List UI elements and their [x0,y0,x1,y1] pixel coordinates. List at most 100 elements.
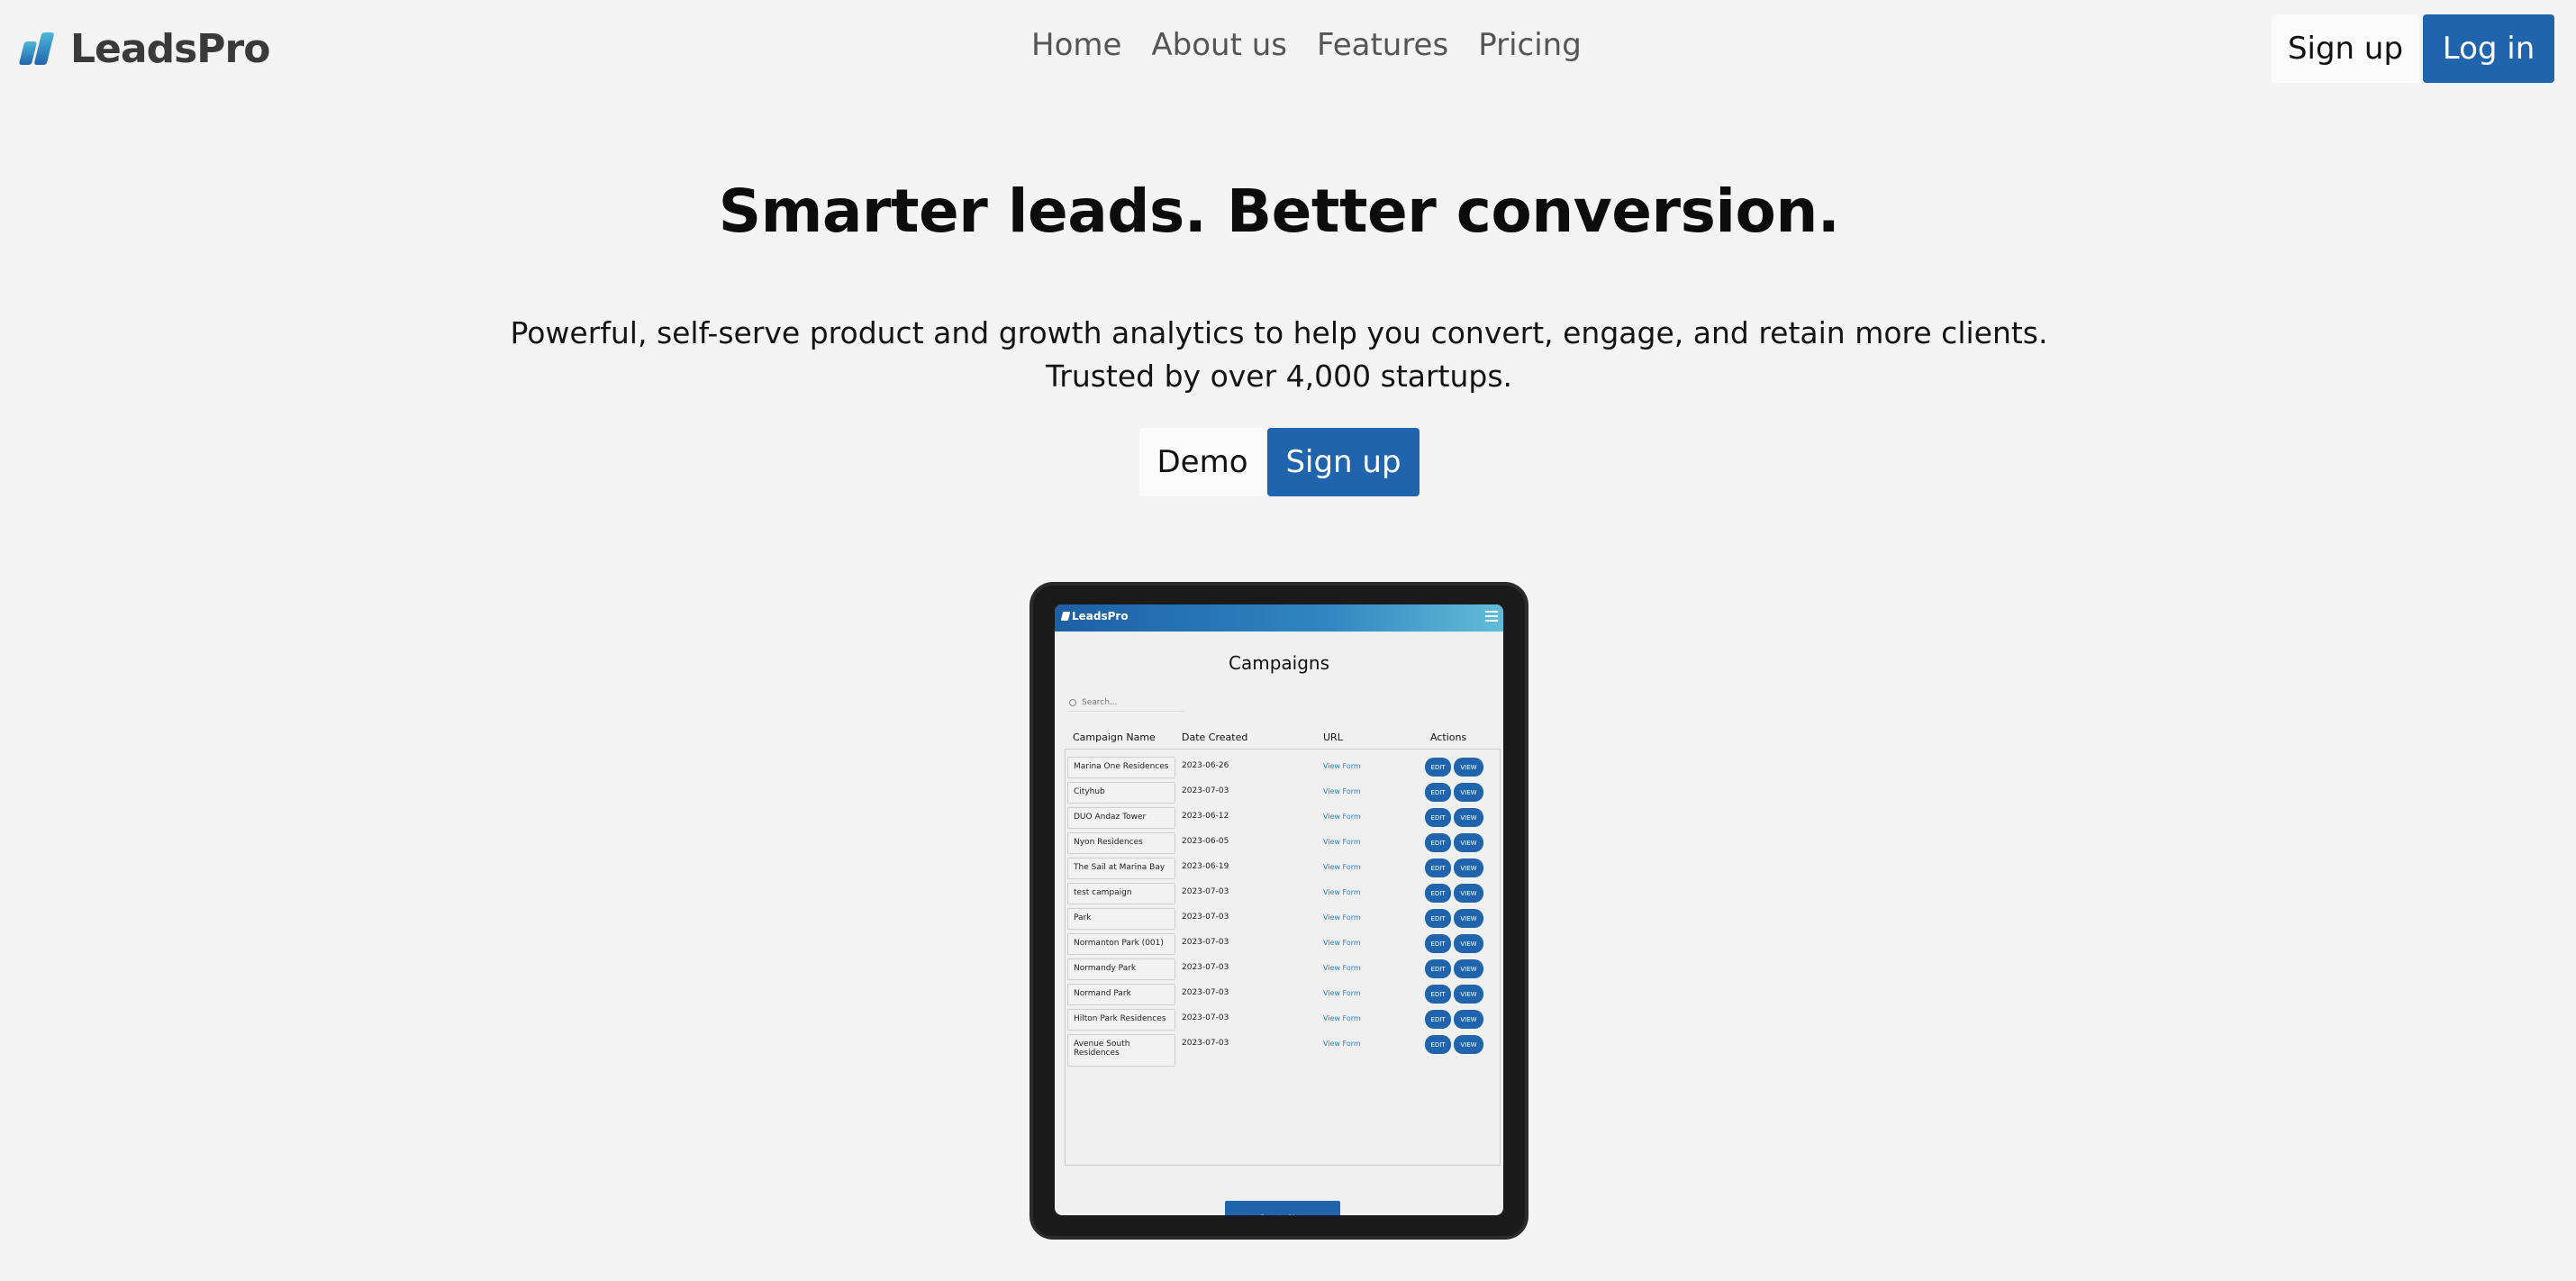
view-button[interactable]: VIEW [1454,758,1483,777]
column-header-date: Date Created [1182,731,1248,743]
hero-subtitle: Powerful, self-serve product and growth … [0,312,2558,398]
campaign-row: DUO Andaz Tower 2023-06-12 View Form EDIT VI… [1055,807,1503,832]
app-header: LeadsPro [1055,604,1503,631]
hero-subtitle-line1: Powerful, self-serve product and growth … [510,315,2048,350]
hero-subtitle-line2: Trusted by over 4,000 startups. [1045,359,1513,394]
search-icon [1069,699,1076,706]
view-form-link[interactable]: View Form [1323,913,1361,922]
edit-button[interactable]: EDIT [1425,859,1451,877]
campaign-row: Avenue South Residences 2023-07-03 View Fo… [1055,1034,1503,1067]
create-new-button[interactable]: Create New [1225,1201,1340,1215]
campaign-date: 2023-07-03 [1182,988,1229,997]
app-logo: LeadsPro [1060,610,1129,622]
column-header-actions: Actions [1430,731,1467,743]
view-form-link[interactable]: View Form [1323,964,1361,972]
view-button[interactable]: VIEW [1454,1035,1483,1054]
nav-signup-button[interactable]: Sign up [2272,14,2419,83]
campaign-name: Marina One Residences [1067,757,1175,778]
campaign-name: Avenue South Residences [1067,1034,1175,1067]
view-button[interactable]: VIEW [1454,934,1483,953]
campaign-row: Nyon Residences 2023-06-05 View Form EDIT VI… [1055,832,1503,858]
campaign-date: 2023-06-05 [1182,837,1229,846]
view-button[interactable]: VIEW [1454,909,1483,928]
brand-logo[interactable]: LeadsPro [18,25,270,72]
view-form-link[interactable]: View Form [1323,762,1361,770]
view-button[interactable]: VIEW [1454,985,1483,1004]
column-header-name: Campaign Name [1073,731,1156,743]
campaigns-title: Campaigns [1228,652,1329,674]
logo-icon [18,31,58,67]
campaign-name: Normanton Park (001) [1067,933,1175,955]
nav-link-features[interactable]: Features [1317,27,1448,63]
campaign-name: test campaign [1067,883,1175,904]
campaign-row: Normandy Park 2023-07-03 View Form EDIT VIEW [1055,958,1503,984]
campaign-date: 2023-07-03 [1182,887,1229,896]
view-form-link[interactable]: View Form [1323,813,1361,821]
view-form-link[interactable]: View Form [1323,989,1361,997]
brand-name: LeadsPro [70,25,270,72]
app-logo-icon [1060,612,1071,621]
edit-button[interactable]: EDIT [1425,808,1451,827]
campaign-row: test campaign 2023-07-03 View Form EDIT VIEW [1055,883,1503,908]
edit-button[interactable]: EDIT [1425,1035,1451,1054]
view-form-link[interactable]: View Form [1323,863,1361,871]
edit-button[interactable]: EDIT [1425,783,1451,802]
campaign-row: Cityhub 2023-07-03 View Form EDIT VIEW [1055,782,1503,807]
main-menu: Home About us Features Pricing [1031,27,1582,63]
campaign-name: Nyon Residences [1067,832,1175,854]
campaign-date: 2023-07-03 [1182,1013,1229,1022]
view-form-link[interactable]: View Form [1323,787,1361,795]
view-form-link[interactable]: View Form [1323,888,1361,896]
edit-button[interactable]: EDIT [1425,985,1451,1004]
app-brand-name: LeadsPro [1072,610,1129,622]
view-button[interactable]: VIEW [1454,959,1483,978]
campaign-date: 2023-06-26 [1182,761,1229,770]
view-form-link[interactable]: View Form [1323,838,1361,846]
campaign-name: Normandy Park [1067,958,1175,980]
nav-link-about[interactable]: About us [1151,27,1287,63]
edit-button[interactable]: EDIT [1425,934,1451,953]
campaign-name: Cityhub [1067,782,1175,804]
campaign-row: Park 2023-07-03 View Form EDIT VIEW [1055,908,1503,933]
campaign-date: 2023-07-03 [1182,786,1229,795]
hamburger-menu-icon[interactable] [1485,611,1498,623]
view-button[interactable]: VIEW [1454,884,1483,903]
campaign-date: 2023-06-19 [1182,862,1229,871]
top-nav: LeadsPro Home About us Features Pricing … [0,0,2576,97]
edit-button[interactable]: EDIT [1425,884,1451,903]
view-button[interactable]: VIEW [1454,833,1483,852]
nav-link-pricing[interactable]: Pricing [1478,27,1582,63]
campaign-name: The Sail at Marina Bay [1067,858,1175,879]
edit-button[interactable]: EDIT [1425,909,1451,928]
tablet-screen: LeadsPro Campaigns Search... Campaign Na… [1055,604,1503,1215]
hero-signup-button[interactable]: Sign up [1267,428,1420,496]
view-form-link[interactable]: View Form [1323,1040,1361,1048]
search-placeholder: Search... [1082,698,1118,707]
view-form-link[interactable]: View Form [1323,939,1361,947]
campaign-row: Marina One Residences 2023-06-26 View Form… [1055,757,1503,782]
view-button[interactable]: VIEW [1454,783,1483,802]
campaign-date: 2023-07-03 [1182,963,1229,972]
campaign-date: 2023-07-03 [1182,913,1229,922]
view-form-link[interactable]: View Form [1323,1014,1361,1022]
campaign-name: Park [1067,908,1175,930]
view-button[interactable]: VIEW [1454,1010,1483,1029]
nav-login-button[interactable]: Log in [2423,14,2554,83]
demo-button[interactable]: Demo [1139,428,1265,496]
nav-link-home[interactable]: Home [1031,27,1121,63]
edit-button[interactable]: EDIT [1425,758,1451,777]
campaign-row: Normand Park 2023-07-03 View Form EDIT VIEW [1055,984,1503,1009]
campaign-name: DUO Andaz Tower [1067,807,1175,829]
campaign-date: 2023-07-03 [1182,938,1229,947]
column-header-url: URL [1323,731,1343,743]
edit-button[interactable]: EDIT [1425,959,1451,978]
view-button[interactable]: VIEW [1454,859,1483,877]
campaign-search-input[interactable]: Search... [1067,695,1184,712]
edit-button[interactable]: EDIT [1425,833,1451,852]
campaign-date: 2023-06-12 [1182,812,1229,821]
edit-button[interactable]: EDIT [1425,1010,1451,1029]
campaign-date: 2023-07-03 [1182,1039,1229,1048]
tablet-preview: LeadsPro Campaigns Search... Campaign Na… [1029,582,1528,1240]
view-button[interactable]: VIEW [1454,808,1483,827]
campaign-row: The Sail at Marina Bay 2023-06-19 View For… [1055,858,1503,883]
